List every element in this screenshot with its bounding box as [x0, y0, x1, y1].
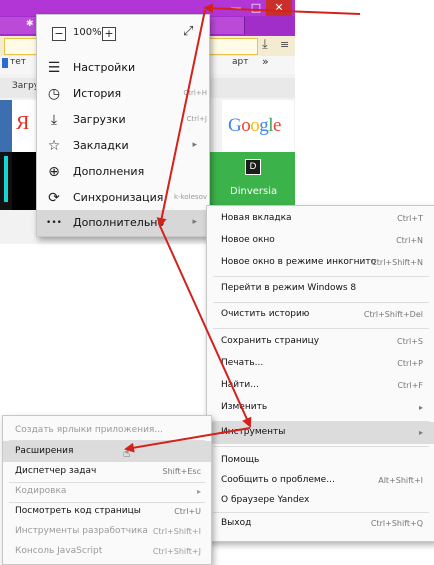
annotation-arrow — [159, 225, 252, 428]
annotation-arrow — [203, 3, 361, 15]
annotation-arrow — [156, 9, 206, 228]
annotation-arrow — [124, 427, 251, 453]
annotation-arrows — [124, 3, 361, 453]
